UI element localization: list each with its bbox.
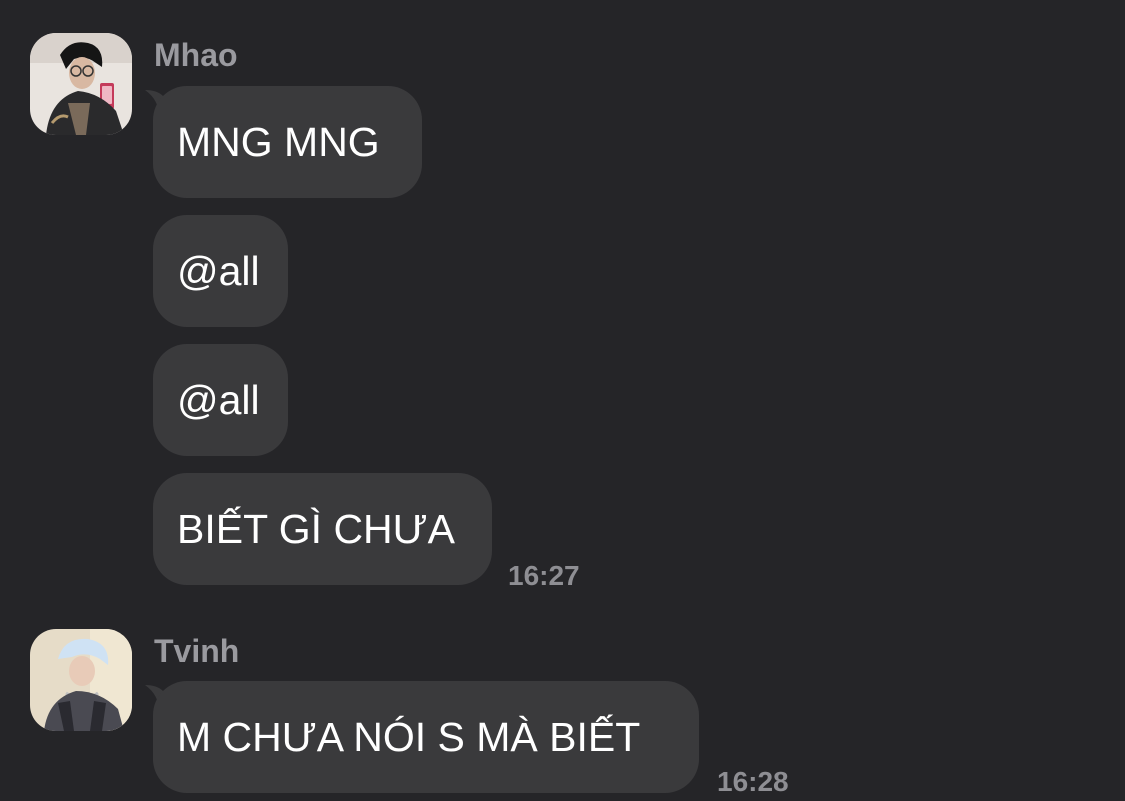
message-bubble[interactable]: BIẾT GÌ CHƯA <box>153 473 492 585</box>
sender-name: Mhao <box>154 37 238 73</box>
sender-name: Tvinh <box>154 633 240 669</box>
message-bubble[interactable]: MNG MNG <box>153 86 422 198</box>
message-group: Mhao MNG MNG @all @all BIẾT GÌ CHƯA 16:2… <box>0 0 1125 600</box>
message-bubble[interactable]: M CHƯA NÓI S MÀ BIẾT <box>153 681 699 793</box>
user-avatar-icon[interactable] <box>30 629 132 731</box>
user-avatar-icon[interactable] <box>30 33 132 135</box>
chat-message-list: Mhao MNG MNG @all @all BIẾT GÌ CHƯA 16:2… <box>0 0 1125 801</box>
message-bubble[interactable]: @all <box>153 344 288 456</box>
message-group: Tvinh M CHƯA NÓI S MÀ BIẾT 16:28 <box>0 600 1125 801</box>
message-timestamp: 16:28 <box>717 766 789 797</box>
message-bubble[interactable]: @all <box>153 215 288 327</box>
message-timestamp: 16:27 <box>508 560 580 591</box>
